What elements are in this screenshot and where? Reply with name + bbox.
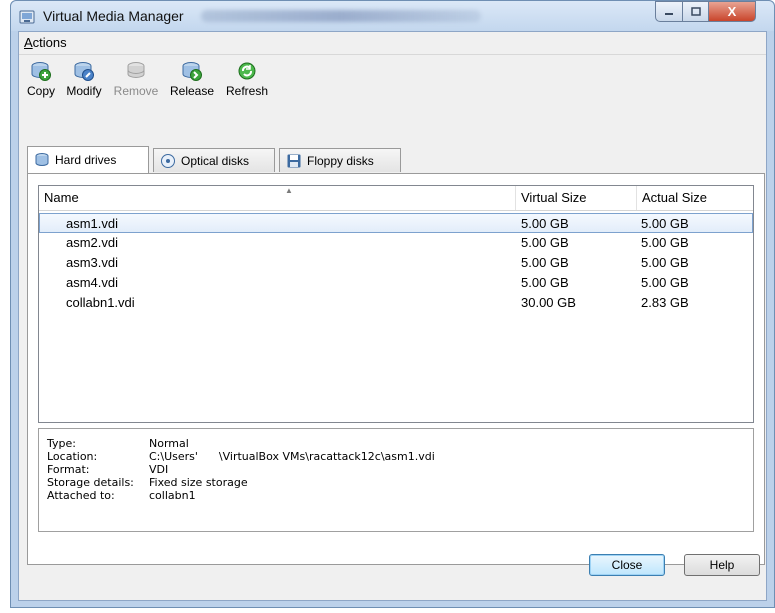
window-title: Virtual Media Manager xyxy=(43,8,184,24)
refresh-button[interactable]: Refresh xyxy=(222,56,272,98)
column-virtual-size-label: Virtual Size xyxy=(521,190,587,205)
row-virtual-size: 5.00 GB xyxy=(521,275,569,290)
table-row[interactable]: collabn1.vdi 30.00 GB 2.83 GB xyxy=(39,293,753,313)
media-list[interactable]: Name ▲ Virtual Size Actual Size asm1.vdi… xyxy=(38,185,754,423)
row-actual-size: 2.83 GB xyxy=(641,295,689,310)
row-name: collabn1.vdi xyxy=(66,295,135,310)
tab-floppy-disks-label: Floppy disks xyxy=(307,153,374,168)
detail-label: Location: xyxy=(47,450,98,463)
column-actual-size-label: Actual Size xyxy=(642,190,708,205)
title-blur-region xyxy=(201,10,481,22)
release-disk-icon xyxy=(182,62,202,81)
row-actual-size: 5.00 GB xyxy=(641,255,689,270)
modify-button[interactable]: Modify xyxy=(62,56,106,98)
row-virtual-size: 5.00 GB xyxy=(521,216,569,231)
menu-actions-accelerator: A xyxy=(24,35,33,50)
detail-label: Attached to: xyxy=(47,489,115,502)
title-bar[interactable]: Virtual Media Manager X xyxy=(11,1,774,31)
table-row[interactable]: asm3.vdi 5.00 GB 5.00 GB xyxy=(39,253,753,273)
column-header-actual-size[interactable]: Actual Size xyxy=(637,186,753,210)
help-button-label: Help xyxy=(709,558,735,572)
column-header-name[interactable]: Name xyxy=(39,186,516,210)
app-icon xyxy=(19,10,35,24)
detail-value: Fixed size storage xyxy=(149,476,248,489)
detail-label: Type: xyxy=(47,437,76,450)
row-actual-size: 5.00 GB xyxy=(641,216,689,231)
table-row[interactable]: asm1.vdi 5.00 GB 5.00 GB xyxy=(39,213,753,233)
detail-value: collabn1 xyxy=(149,489,196,502)
row-name: asm3.vdi xyxy=(66,255,119,270)
hard-drives-panel: Name ▲ Virtual Size Actual Size asm1.vdi… xyxy=(27,173,765,565)
row-actual-size: 5.00 GB xyxy=(641,235,689,250)
remove-button[interactable]: Remove xyxy=(111,56,161,98)
remove-label: Remove xyxy=(113,84,159,98)
dialog-client-area: Actions Copy Modify Remove Release Refre… xyxy=(18,31,767,601)
copy-disk-icon xyxy=(31,62,51,81)
details-pane: Type: Normal Location: C:\Users' \Virtua… xyxy=(38,428,754,532)
remove-disk-icon xyxy=(127,62,145,78)
column-name-label: Name xyxy=(44,190,79,205)
tab-optical-disks-label: Optical disks xyxy=(181,153,250,168)
close-window-button[interactable]: X xyxy=(708,1,756,22)
copy-label: Copy xyxy=(26,84,55,98)
help-button[interactable]: Help xyxy=(684,554,760,576)
detail-value: C:\Users' \VirtualBox VMs\racattack12c\a… xyxy=(149,450,435,463)
modify-label: Modify xyxy=(66,84,102,98)
list-header: Name ▲ Virtual Size Actual Size xyxy=(39,186,753,211)
menu-bar: Actions xyxy=(19,32,766,55)
row-virtual-size: 5.00 GB xyxy=(521,235,569,250)
close-button-label: Close xyxy=(611,558,643,572)
row-virtual-size: 30.00 GB xyxy=(521,295,576,310)
menu-actions-rest: ctions xyxy=(32,35,67,50)
minimize-button[interactable] xyxy=(655,1,683,22)
minimize-icon xyxy=(665,12,673,15)
maximize-icon xyxy=(690,7,701,16)
detail-value: VDI xyxy=(149,463,169,476)
release-label: Release xyxy=(169,84,215,98)
row-name: asm1.vdi xyxy=(66,216,119,231)
tab-hard-drives-label: Hard drives xyxy=(55,153,117,167)
maximize-button[interactable] xyxy=(682,1,709,22)
close-icon: X xyxy=(727,4,737,19)
virtual-media-manager-window: Virtual Media Manager X Actions Copy Mod… xyxy=(10,0,775,608)
tab-hard-drives[interactable]: Hard drives xyxy=(27,146,149,173)
row-name: asm2.vdi xyxy=(66,235,119,250)
optical-disk-icon xyxy=(161,153,175,168)
toolbar: Copy Modify Remove Release Refresh xyxy=(19,56,766,106)
hard-drive-icon xyxy=(35,153,49,166)
copy-button[interactable]: Copy xyxy=(24,56,58,98)
column-header-virtual-size[interactable]: Virtual Size xyxy=(516,186,637,210)
row-virtual-size: 5.00 GB xyxy=(521,255,569,270)
refresh-icon xyxy=(238,62,256,80)
close-button[interactable]: Close xyxy=(589,554,665,576)
table-row[interactable]: asm2.vdi 5.00 GB 5.00 GB xyxy=(39,233,753,253)
detail-label: Format: xyxy=(47,463,90,476)
row-actual-size: 5.00 GB xyxy=(641,275,689,290)
release-button[interactable]: Release xyxy=(167,56,217,98)
floppy-disk-icon xyxy=(287,154,301,167)
table-row[interactable]: asm4.vdi 5.00 GB 5.00 GB xyxy=(39,273,753,293)
modify-disk-icon xyxy=(74,62,94,81)
refresh-label: Refresh xyxy=(225,84,269,98)
detail-label: Storage details: xyxy=(47,476,134,489)
detail-value: Normal xyxy=(149,437,189,450)
tab-optical-disks[interactable]: Optical disks xyxy=(153,148,275,172)
sort-ascending-icon: ▲ xyxy=(285,186,293,195)
tab-floppy-disks[interactable]: Floppy disks xyxy=(279,148,401,172)
row-name: asm4.vdi xyxy=(66,275,119,290)
menu-actions[interactable]: Actions xyxy=(24,35,67,50)
